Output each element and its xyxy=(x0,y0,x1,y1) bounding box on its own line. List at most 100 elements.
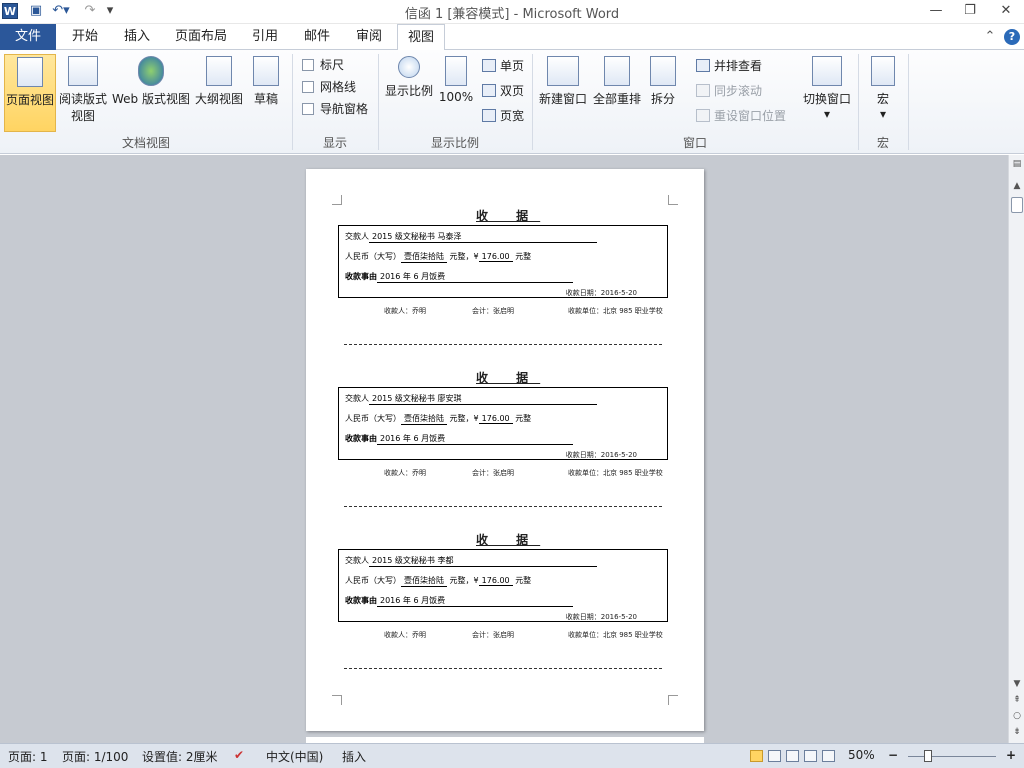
new-window-button[interactable]: 新建窗口 xyxy=(536,54,590,132)
receiving-unit: 收款单位：北京 985 职业学校 xyxy=(568,631,663,639)
accountant: 会计：张启明 xyxy=(472,469,514,477)
macros-label: 宏 xyxy=(876,92,889,106)
previous-page-icon[interactable]: ⇞ xyxy=(1010,695,1024,705)
payer-line: 交款人 2015 级文秘秘书 李都 xyxy=(345,555,597,567)
scroll-down-icon[interactable]: ▼ xyxy=(1010,679,1024,689)
switch-windows-button[interactable]: 切换窗口 ▾ xyxy=(800,54,854,132)
tab-review[interactable]: 审阅 xyxy=(346,24,392,50)
outline-view-button[interactable]: 大纲视图 xyxy=(194,54,244,132)
nav-pane-label: 导航窗格 xyxy=(320,102,369,116)
print-layout-icon[interactable] xyxy=(750,750,763,762)
nav-pane-checkbox[interactable]: 导航窗格 xyxy=(302,100,368,118)
zoom-100-button[interactable]: 100% xyxy=(438,54,474,132)
ruler-toggle-icon[interactable]: ▤ xyxy=(1010,159,1024,169)
receipt-title: 收 据 xyxy=(476,533,541,547)
reading-view-button[interactable]: 阅读版式 视图 xyxy=(58,54,108,132)
reason-line: 收款事由 2016 年 6 月饭费 xyxy=(345,433,573,445)
web-layout-icon[interactable] xyxy=(786,750,799,762)
draft-view-icon xyxy=(253,56,279,86)
page-width-button[interactable]: 页宽 xyxy=(482,106,524,126)
zoom-slider-knob[interactable] xyxy=(924,750,932,762)
payer-line: 交款人 2015 级文秘秘书 马泰泽 xyxy=(345,231,597,243)
macros-button[interactable]: 宏 ▾ xyxy=(862,54,904,132)
tab-page-layout[interactable]: 页面布局 xyxy=(168,24,234,50)
cut-line xyxy=(344,344,662,345)
one-page-label: 单页 xyxy=(500,59,525,73)
help-icon[interactable]: ? xyxy=(1002,24,1022,50)
tab-home[interactable]: 开始 xyxy=(62,24,108,50)
arrange-all-button[interactable]: 全部重排 xyxy=(590,54,644,132)
new-window-label: 新建窗口 xyxy=(538,92,587,106)
minimize-button[interactable]: — xyxy=(922,2,950,20)
document-page[interactable]: 收 据 交款人 2015 级文秘秘书 马泰泽 人民币（大写） 壹佰柒拾陆 元整，¥ 1… xyxy=(306,169,704,731)
separator xyxy=(908,54,909,150)
page-indicator[interactable]: 页面: 1 xyxy=(8,748,48,765)
sync-scroll-label: 同步滚动 xyxy=(714,84,763,98)
scroll-up-icon[interactable]: ▲ xyxy=(1010,181,1024,191)
window-title: 信函 1 [兼容模式] - Microsoft Word xyxy=(404,7,620,22)
page-width-label: 页宽 xyxy=(500,109,525,123)
reset-window-label: 重设窗口位置 xyxy=(714,109,787,123)
payer-label: 交款人 xyxy=(345,232,369,241)
web-view-label: Web 版式视图 xyxy=(112,92,190,106)
receipt: 收 据 交款人 2015 级文秘秘书 马泰泽 人民币（大写） 壹佰柒拾陆 元整，¥ 1… xyxy=(336,207,676,369)
dropdown-arrow-icon: ▾ xyxy=(879,107,887,121)
globe-icon xyxy=(138,56,164,86)
zoom-level[interactable]: 50% xyxy=(848,748,875,762)
tab-view[interactable]: 视图 xyxy=(397,24,445,51)
collapse-ribbon-icon[interactable]: ⌃ xyxy=(982,24,998,50)
amount-line: 人民币（大写） 壹佰柒拾陆 元整，¥ 176.00 元整 xyxy=(345,575,531,587)
group-label-show: 显示 xyxy=(322,136,347,150)
scroll-thumb[interactable] xyxy=(1011,197,1023,213)
page-100-icon xyxy=(445,56,467,86)
draft-icon[interactable] xyxy=(822,750,835,762)
outline-icon[interactable] xyxy=(804,750,817,762)
rmb-label: 人民币（大写） xyxy=(345,414,401,423)
tab-mailings[interactable]: 邮件 xyxy=(294,24,340,50)
split-icon xyxy=(650,56,676,86)
receiving-unit: 收款单位：北京 985 职业学校 xyxy=(568,469,663,477)
page-count[interactable]: 页面: 1/100 xyxy=(62,748,128,765)
group-label-macros: 宏 xyxy=(876,136,889,150)
receipt-date: 收款日期：2016-5-20 xyxy=(565,289,637,297)
payer-label: 交款人 xyxy=(345,556,369,565)
proofing-icon[interactable]: ✔ xyxy=(234,748,244,762)
split-button[interactable]: 拆分 xyxy=(646,54,680,132)
tab-insert[interactable]: 插入 xyxy=(114,24,160,50)
draft-view-button[interactable]: 草稿 xyxy=(248,54,284,132)
vertical-scrollbar[interactable]: ▤ ▲ ▼ ⇞ ○ ⇟ xyxy=(1008,155,1024,743)
accountant: 会计：张启明 xyxy=(472,307,514,315)
receipt-date: 收款日期：2016-5-20 xyxy=(565,451,637,459)
yuan2-label: 元整 xyxy=(515,414,532,423)
receipt: 收 据 交款人 2015 级文秘秘书 李都 人民币（大写） 壹佰柒拾陆 元整，¥ 17… xyxy=(336,531,676,693)
new-window-icon xyxy=(547,56,579,86)
ribbon-tabs: 文件 开始 插入 页面布局 引用 邮件 审阅 视图 ⌃ ? xyxy=(0,24,1024,51)
full-screen-reading-icon[interactable] xyxy=(768,750,781,762)
checkbox-icon xyxy=(302,59,314,71)
tab-file[interactable]: 文件 xyxy=(0,24,56,50)
maximize-button[interactable]: ❐ xyxy=(956,2,984,20)
zoom-in-icon[interactable]: + xyxy=(1006,748,1016,762)
cut-line xyxy=(344,668,662,669)
web-view-button[interactable]: Web 版式视图 xyxy=(110,54,192,132)
reset-window-button[interactable]: 重设窗口位置 xyxy=(696,106,786,126)
language-indicator[interactable]: 中文(中国) xyxy=(266,748,323,765)
switch-windows-icon xyxy=(812,56,842,86)
tab-references[interactable]: 引用 xyxy=(242,24,288,50)
two-pages-button[interactable]: 双页 xyxy=(482,81,524,101)
insert-mode[interactable]: 插入 xyxy=(342,748,366,765)
sync-scroll-button[interactable]: 同步滚动 xyxy=(696,81,762,101)
ruler-checkbox[interactable]: 标尺 xyxy=(302,56,344,74)
zoom-slider[interactable] xyxy=(908,756,996,757)
zoom-button[interactable]: 显示比例 xyxy=(382,54,436,132)
draft-view-label: 草稿 xyxy=(253,92,278,106)
browse-object-icon[interactable]: ○ xyxy=(1010,711,1024,721)
one-page-button[interactable]: 单页 xyxy=(482,56,524,76)
zoom-out-icon[interactable]: − xyxy=(888,748,898,762)
side-by-side-button[interactable]: 并排查看 xyxy=(696,56,762,76)
gridlines-checkbox[interactable]: 网格线 xyxy=(302,78,356,96)
next-page-icon[interactable]: ⇟ xyxy=(1010,727,1024,737)
setting-value[interactable]: 设置值: 2厘米 xyxy=(142,748,218,765)
page-view-button[interactable]: 页面视图 xyxy=(4,54,56,132)
close-button[interactable]: ✕ xyxy=(992,2,1020,20)
